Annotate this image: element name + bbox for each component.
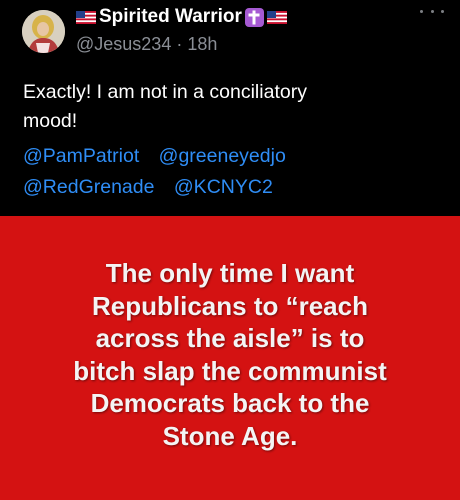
image-text: The only time I want Republicans to “rea… bbox=[0, 257, 460, 452]
avatar[interactable] bbox=[22, 10, 65, 53]
post-text-line: Exactly! I am not in a conciliatory bbox=[23, 81, 307, 103]
mention-link[interactable]: @greeneyedjo bbox=[159, 145, 286, 167]
mention-link[interactable]: @RedGrenade bbox=[23, 176, 154, 198]
image-text-line: The only time I want bbox=[105, 258, 355, 288]
author-handle[interactable]: @Jesus234 bbox=[76, 34, 171, 54]
post-image[interactable]: The only time I want Republicans to “rea… bbox=[0, 216, 460, 500]
post-timestamp[interactable]: 18h bbox=[187, 34, 217, 54]
post-header: Spirited Warrior @Jesus234 · 18h bbox=[0, 0, 460, 62]
image-text-line: across the aisle” is to bbox=[95, 323, 365, 353]
author-meta: @Jesus234 · 18h bbox=[76, 34, 217, 55]
author-name-row[interactable]: Spirited Warrior bbox=[76, 3, 287, 31]
more-options-icon[interactable] bbox=[420, 4, 444, 18]
post-text: Exactly! I am not in a conciliatory mood… bbox=[23, 78, 443, 136]
author-display-name[interactable]: Spirited Warrior bbox=[99, 6, 242, 28]
meta-separator: · bbox=[176, 34, 183, 54]
latin-cross-icon bbox=[244, 7, 264, 27]
us-flag-icon bbox=[76, 10, 96, 24]
post-mentions: @PamPatriot @greeneyedjo @RedGrenade @KC… bbox=[23, 141, 443, 203]
us-flag-icon bbox=[266, 10, 287, 24]
post-text-line: mood! bbox=[23, 110, 78, 132]
mention-link[interactable]: @KCNYC2 bbox=[174, 176, 273, 198]
image-text-line: bitch slap the communist bbox=[73, 355, 387, 386]
mention-link[interactable]: @PamPatriot bbox=[23, 145, 139, 167]
image-text-line: Republicans to “reach bbox=[92, 290, 368, 321]
image-text-line: Democrats back to the bbox=[90, 388, 370, 418]
image-text-line: Stone Age. bbox=[162, 420, 298, 451]
